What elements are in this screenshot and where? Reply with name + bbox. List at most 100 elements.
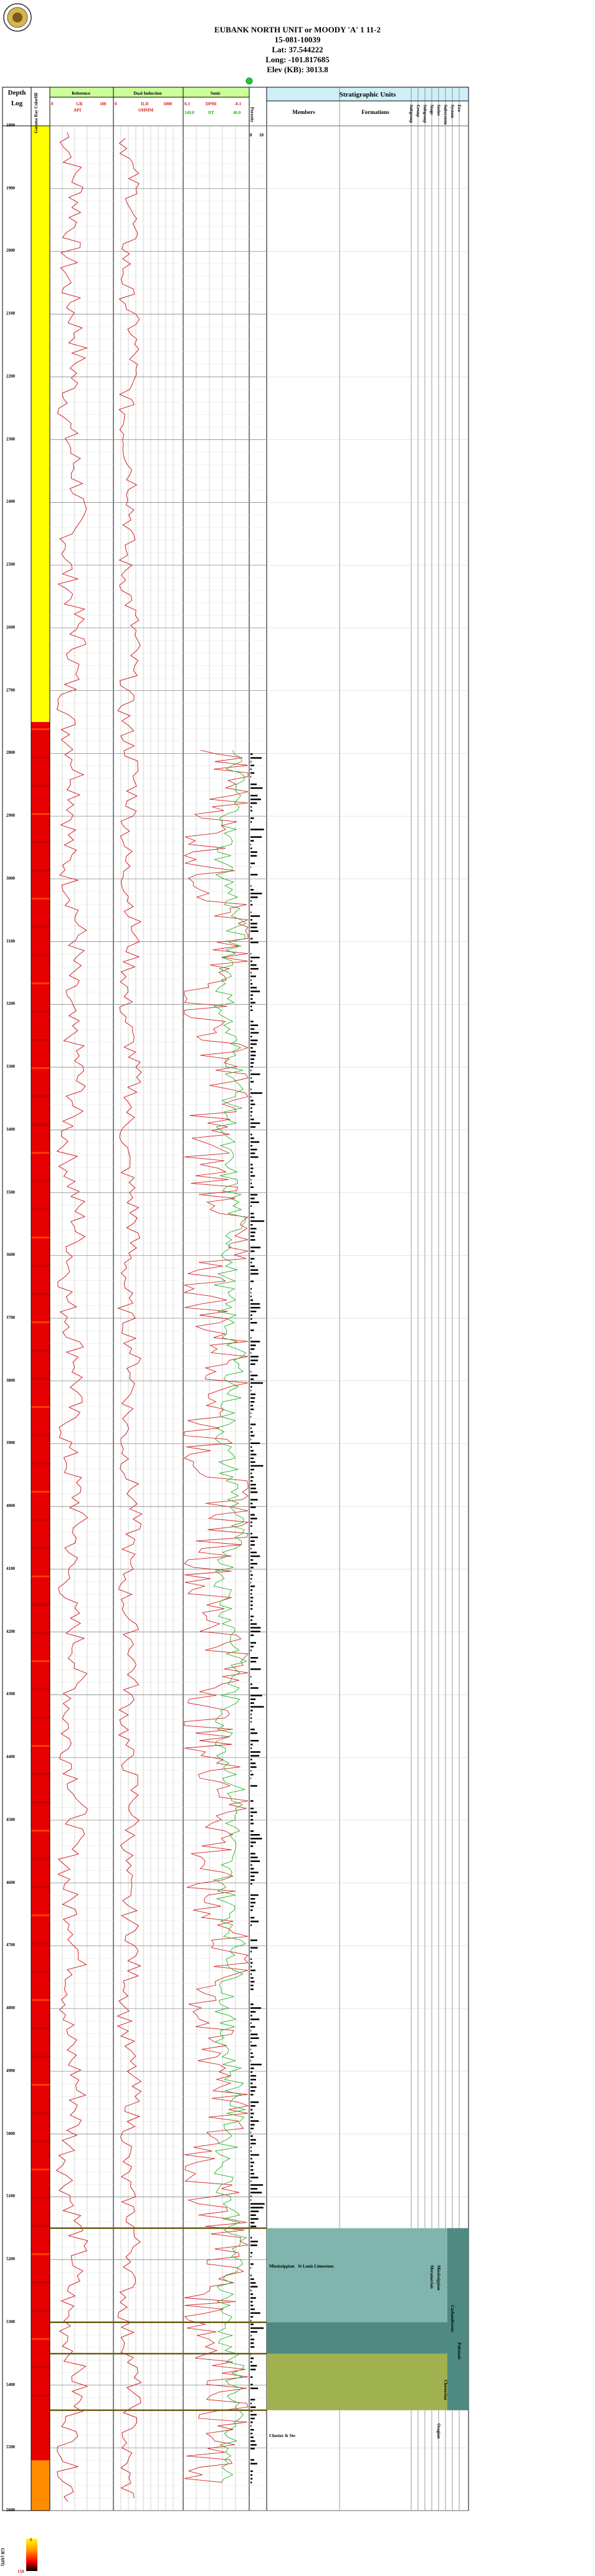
depth-label: 2500: [6, 562, 15, 568]
porosity-bar: [250, 1811, 257, 1813]
gr-fill-band: [31, 1406, 50, 1409]
porosity-bar: [250, 1450, 254, 1452]
porosity-bar: [250, 2297, 256, 2299]
porosity-bar: [250, 2376, 253, 2378]
sonic-dphi-curve: DPHI: [206, 102, 217, 107]
porosity-bar: [250, 1039, 258, 1042]
porosity-bar: [250, 1604, 253, 1606]
porosity-bar: [250, 1759, 252, 1761]
porosity-bar: [250, 1457, 254, 1460]
porosity-bar: [250, 2357, 254, 2359]
depth-label: 5000: [6, 2131, 15, 2136]
depth-label: 3000: [6, 875, 15, 881]
porosity-bar: [250, 915, 260, 917]
porosity-bar: [250, 1578, 252, 1580]
porosity-bar: [250, 1476, 254, 1478]
gr-fill-band: [31, 1434, 50, 1437]
porosity-bar: [250, 1314, 252, 1316]
porosity-bar: [250, 1555, 260, 1557]
sonic-dt-curve: DT: [208, 110, 214, 115]
porosity-bar: [250, 2481, 252, 2484]
strat-series-chesterian: Chesterian: [443, 2380, 448, 2400]
porosity-bar: [250, 1566, 254, 1569]
porosity-bar: [250, 2346, 255, 2348]
porosity-bar: [250, 1265, 255, 1267]
porosity-bar: [250, 1227, 257, 1230]
porosity-bar: [250, 1623, 257, 1625]
porosity-bar: [250, 1853, 255, 1855]
porosity-bar: [250, 2387, 259, 2390]
porosity-bar: [250, 2214, 256, 2217]
porosity-bar: [250, 1299, 254, 1301]
porosity-bar: [250, 1834, 260, 1836]
gr-fill-band: [31, 1886, 50, 1888]
porosity-bar: [250, 1344, 256, 1346]
porosity-bar: [250, 1103, 255, 1105]
porosity-bar: [250, 1137, 254, 1139]
porosity-bar: [250, 2244, 257, 2246]
porosity-bar: [250, 772, 255, 774]
gr-fill-band: [31, 2394, 50, 2397]
porosity-bar: [250, 757, 262, 759]
porosity-bar: [250, 2188, 258, 2190]
porosity-bar: [250, 1988, 254, 1990]
porosity-bar: [250, 1514, 255, 1516]
porosity-bar: [250, 1435, 255, 1437]
strat-block-olive: [267, 2354, 447, 2410]
gr-fill-band: [31, 2083, 50, 2086]
depth-label: 4100: [6, 1566, 15, 1571]
reference-gr-curve: [55, 131, 88, 2502]
gr-colorfill-header: Gamma Ray Colorfill: [34, 93, 39, 133]
porosity-bar: [250, 1871, 259, 1873]
porosity-bar: [250, 2308, 255, 2311]
porosity-bar: [250, 2094, 254, 2096]
porosity-bar: [250, 1239, 255, 1241]
porosity-bar: [250, 1009, 253, 1011]
depth-label: 3700: [6, 1315, 15, 1320]
gr-fill-band: [31, 1462, 50, 1465]
porosity-bar: [250, 1627, 261, 1629]
porosity-bar: [250, 1231, 255, 1233]
porosity-bar: [250, 1465, 264, 1467]
porosity-bar: [250, 1280, 254, 1283]
gr-fill-band: [31, 1576, 50, 1578]
porosity-bar: [250, 2048, 252, 2051]
gr-legend-title: GR (API): [0, 2548, 5, 2566]
porosity-bar: [250, 2413, 257, 2416]
gr-fill-band: [31, 841, 50, 844]
sonic-dphi-max: -0.1: [234, 102, 242, 107]
gr-fill-orange: [31, 2460, 50, 2511]
porosity-bar: [250, 1171, 253, 1173]
strat-col-subsystem: Subsystem: [443, 105, 448, 125]
porosity-bar: [250, 1608, 253, 1610]
porosity-bar: [250, 1984, 254, 1987]
porosity-bar: [250, 2157, 252, 2160]
porosity-bar: [250, 1574, 253, 1576]
depth-label: 4400: [6, 1754, 15, 1760]
porosity-bar: [250, 2116, 253, 2118]
reference-min: 0: [51, 102, 54, 107]
porosity-bar: [250, 885, 252, 887]
gr-fill-band: [31, 1321, 50, 1324]
depth-label: 3500: [6, 1189, 15, 1195]
gr-fill-band: [31, 2140, 50, 2142]
porosity-bar: [250, 1597, 254, 1599]
porosity-bar: [250, 1295, 252, 1298]
porosity-bar: [250, 1939, 257, 1941]
porosity-bar: [250, 1694, 262, 1696]
porosity-bar: [250, 1205, 252, 1207]
porosity-bar: [250, 2319, 252, 2322]
porosity-bar: [250, 2169, 254, 2171]
porosity-bar: [250, 1329, 254, 1331]
gr-fill-band: [31, 2253, 50, 2255]
porosity-bar: [250, 1818, 254, 1821]
porosity-bar: [250, 1442, 260, 1444]
porosity-bar: [250, 806, 252, 808]
strat-era-paleozoic: Paleozoic: [457, 2342, 462, 2360]
porosity-bar: [250, 1593, 252, 1595]
porosity-bar: [250, 1551, 257, 1554]
porosity-bar: [250, 2417, 255, 2420]
gr-fill-band: [31, 1604, 50, 1606]
porosity-bar: [250, 1250, 255, 1252]
depth-label: 4600: [6, 1880, 15, 1885]
